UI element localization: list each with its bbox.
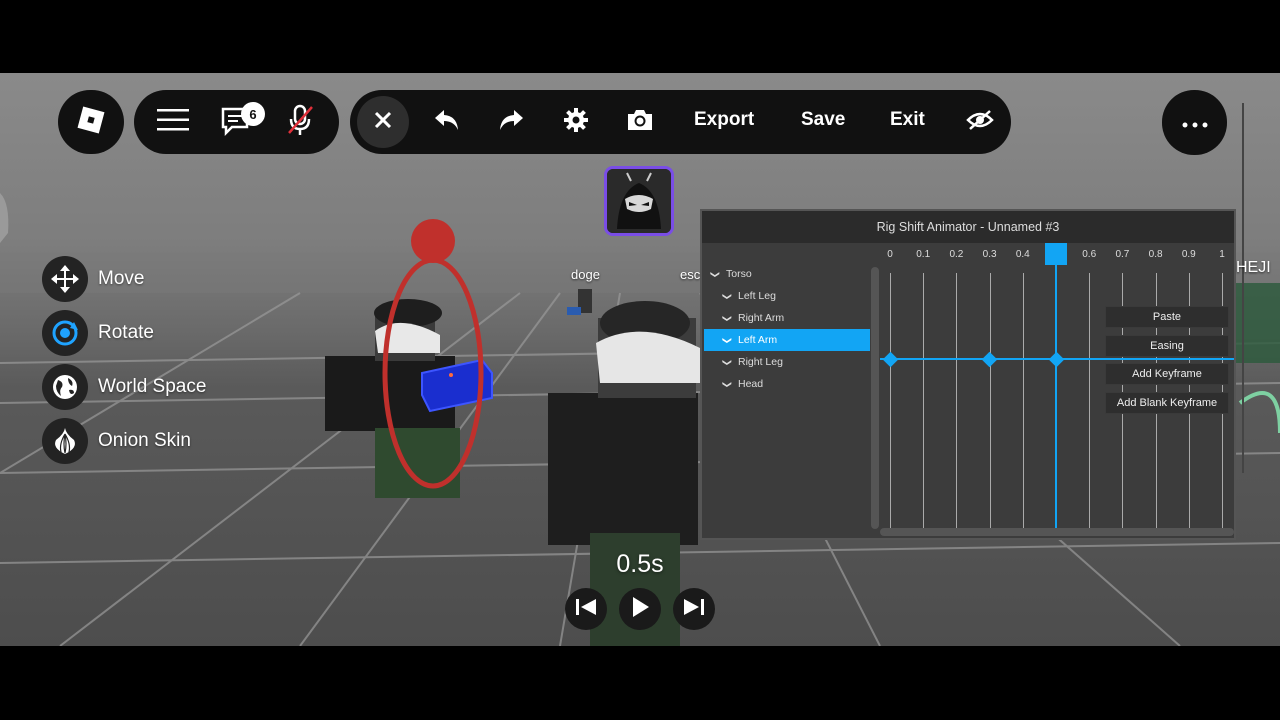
chevron-down-icon[interactable]: ❯ xyxy=(722,333,733,347)
plugin-avatar[interactable] xyxy=(604,166,674,236)
keyframe-marker[interactable] xyxy=(882,351,898,367)
hamburger-menu-button[interactable] xyxy=(155,104,191,140)
more-options-button[interactable] xyxy=(1162,90,1227,155)
tool-label: Onion Skin xyxy=(98,430,191,451)
chevron-down-icon[interactable]: ❯ xyxy=(722,377,733,391)
skip-forward-button[interactable] xyxy=(673,588,715,630)
save-button[interactable]: Save xyxy=(801,109,845,131)
keyframe-marker[interactable] xyxy=(981,351,998,367)
camera-icon xyxy=(626,108,654,136)
tree-item-label: Head xyxy=(738,378,764,390)
timeline-scrollbar[interactable] xyxy=(880,528,1234,536)
chevron-down-icon[interactable]: ❯ xyxy=(722,311,733,325)
letterbox-top xyxy=(0,0,1280,73)
export-button[interactable]: Export xyxy=(694,109,754,131)
context-add-keyframe-button[interactable]: Add Keyframe xyxy=(1105,363,1229,385)
timeline-tick-label: 0 xyxy=(887,249,893,260)
play-button[interactable] xyxy=(619,588,661,630)
tool-world-space[interactable]: World Space xyxy=(42,364,206,410)
playhead-line xyxy=(1055,265,1057,528)
tree-item-head[interactable]: ❯ Head xyxy=(704,373,870,395)
timeline-tick-label: 0.7 xyxy=(1115,249,1130,260)
context-easing-button[interactable]: Easing xyxy=(1105,335,1229,357)
onion-icon xyxy=(42,418,88,464)
rotate-icon xyxy=(42,310,88,356)
hide-ui-button[interactable] xyxy=(964,106,996,138)
tool-label: Move xyxy=(98,268,145,289)
timeline-tick-label: 0.1 xyxy=(916,249,931,260)
timeline-tick-label: 0.8 xyxy=(1148,249,1163,260)
ninja-logo-icon xyxy=(607,169,671,233)
tree-item-torso[interactable]: ❯ Torso xyxy=(704,263,870,285)
current-time: 0.5s xyxy=(616,550,664,578)
playhead-handle[interactable] xyxy=(1045,243,1067,265)
tree-item-left-arm[interactable]: ❯ Left Arm xyxy=(704,329,870,351)
bone-tree: ❯ Torso ❯ Left Leg ❯ Right Arm ❯ Left Arm ❯ Right… xyxy=(704,263,870,395)
tool-label: Rotate xyxy=(98,322,154,343)
eye-off-icon xyxy=(966,109,994,135)
tree-item-left-leg[interactable]: ❯ Left Leg xyxy=(704,285,870,307)
hamburger-icon xyxy=(157,108,189,136)
timeline-tick-label: 0.3 xyxy=(982,249,997,260)
timeline-tick-label: 0.2 xyxy=(949,249,964,260)
mic-button[interactable] xyxy=(284,104,316,140)
tree-item-right-leg[interactable]: ❯ Right Leg xyxy=(704,351,870,373)
gear-icon xyxy=(563,107,589,137)
timeline-grid-line xyxy=(989,273,991,528)
timeline-grid-line xyxy=(923,273,925,528)
tree-item-label: Left Leg xyxy=(738,290,776,302)
timeline-grid-line xyxy=(956,273,958,528)
chevron-down-icon[interactable]: ❯ xyxy=(722,355,733,369)
tree-item-label: Right Leg xyxy=(738,356,783,368)
settings-button[interactable] xyxy=(560,106,592,138)
tree-item-right-arm[interactable]: ❯ Right Arm xyxy=(704,307,870,329)
timeline-tick-label: 1 xyxy=(1219,249,1225,260)
skip-forward-icon xyxy=(682,597,706,621)
timeline-grid-line xyxy=(890,273,891,528)
tool-move[interactable]: Move xyxy=(42,256,144,302)
close-icon xyxy=(373,110,393,134)
chevron-down-icon[interactable]: ❯ xyxy=(722,289,733,303)
timeline-grid-line xyxy=(1022,273,1024,528)
context-paste-button[interactable]: Paste xyxy=(1105,306,1229,328)
undo-icon xyxy=(433,108,461,136)
timeline-tick-label: 0.6 xyxy=(1082,249,1097,260)
tree-item-label: Right Arm xyxy=(738,312,785,324)
tree-item-label: Left Arm xyxy=(738,334,778,346)
nametag: esc xyxy=(680,267,701,282)
chevron-down-icon[interactable]: ❯ xyxy=(710,267,721,281)
chat-badge: 6 xyxy=(241,102,265,126)
timeline-grid-line xyxy=(1089,273,1091,528)
move-arrows-icon xyxy=(42,256,88,302)
skip-back-button[interactable] xyxy=(565,588,607,630)
roblox-logo-icon xyxy=(76,105,106,139)
redo-button[interactable] xyxy=(495,106,527,138)
skip-back-icon xyxy=(574,597,598,621)
tree-scrollbar[interactable] xyxy=(871,267,879,529)
mic-muted-icon xyxy=(286,103,314,141)
tool-label: World Space xyxy=(98,376,207,397)
close-button[interactable] xyxy=(357,96,409,148)
letterbox-bottom xyxy=(0,646,1280,720)
timeline-tick-label: 0.4 xyxy=(1015,249,1030,260)
tool-rotate[interactable]: Rotate xyxy=(42,310,154,356)
context-add-blank-keyframe-button[interactable]: Add Blank Keyframe xyxy=(1105,392,1229,414)
tree-item-label: Torso xyxy=(726,268,752,280)
tool-onion-skin[interactable]: Onion Skin xyxy=(42,418,191,464)
animator-title: Rig Shift Animator - Unnamed #3 xyxy=(702,211,1234,243)
globe-icon xyxy=(42,364,88,410)
play-icon xyxy=(630,596,650,622)
nametag: HEJI xyxy=(1236,259,1271,276)
more-dots-icon xyxy=(1182,113,1208,132)
timeline-tick-label: 0.9 xyxy=(1181,249,1196,260)
undo-button[interactable] xyxy=(431,106,463,138)
timeline[interactable]: 00.10.20.30.40.50.60.70.80.91 xyxy=(880,243,1234,528)
camera-button[interactable] xyxy=(624,106,656,138)
redo-icon xyxy=(497,108,525,136)
roblox-menu-button[interactable] xyxy=(58,90,124,154)
exit-button[interactable]: Exit xyxy=(890,109,925,131)
nametag: doge xyxy=(571,267,600,282)
